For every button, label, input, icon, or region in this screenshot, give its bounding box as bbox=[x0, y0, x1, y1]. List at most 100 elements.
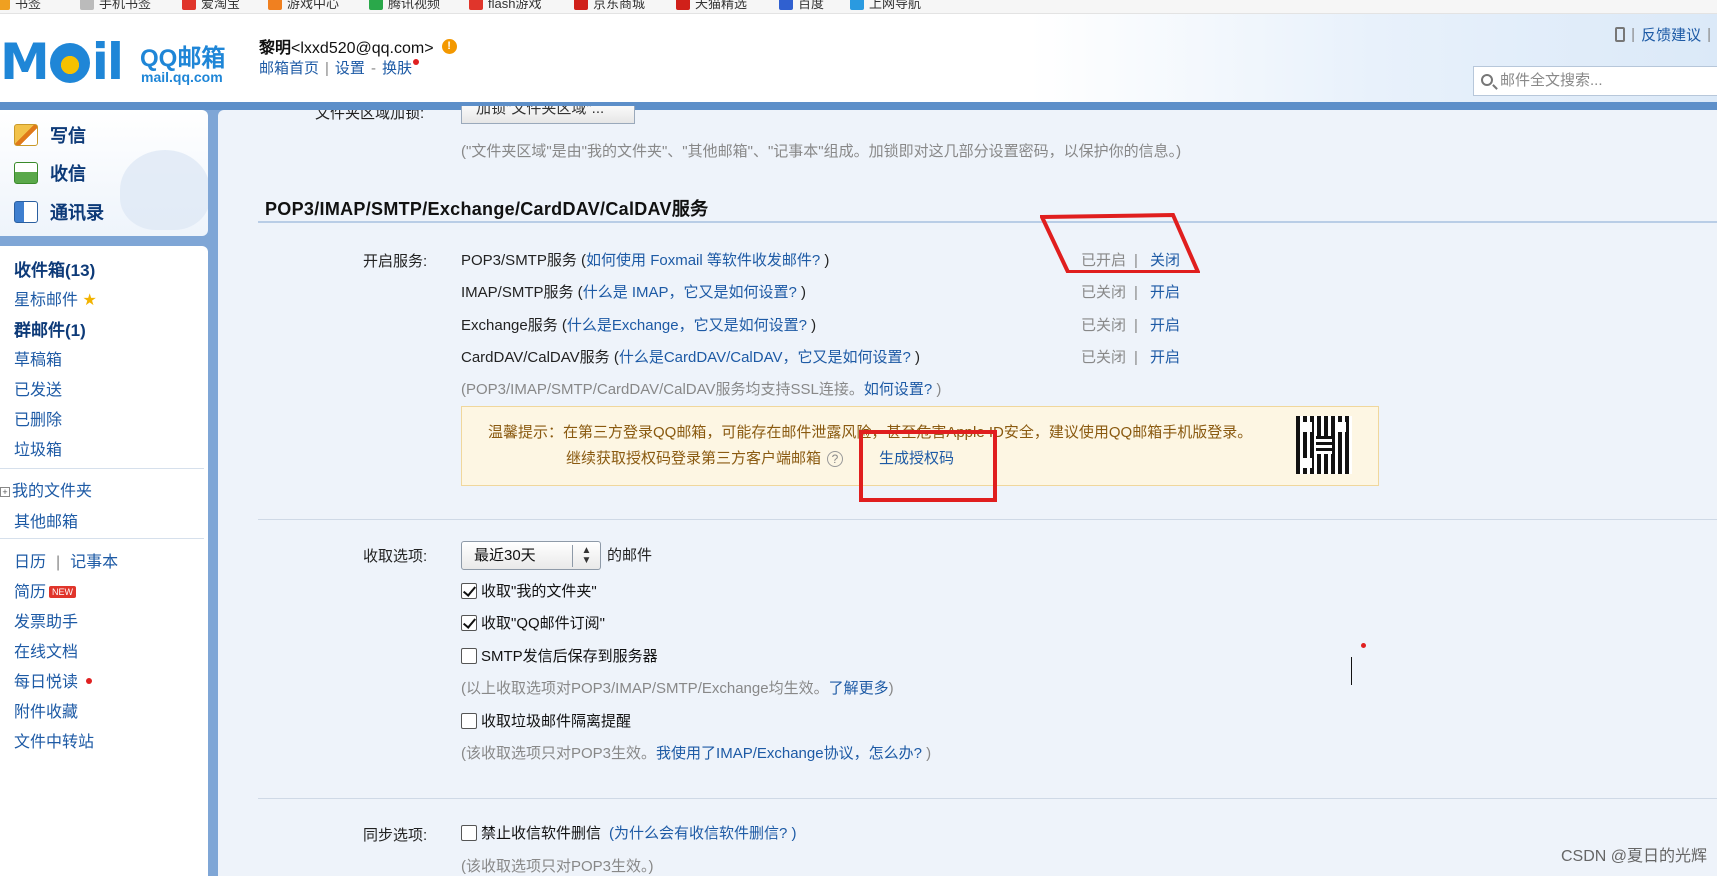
checkbox-unchecked[interactable] bbox=[461, 647, 477, 664]
checkbox-checked[interactable] bbox=[461, 582, 477, 599]
enable-exchange-button[interactable]: 开启 bbox=[1150, 314, 1180, 335]
service-name: CardDAV/CalDAV服务 bbox=[461, 349, 610, 366]
spam-alert-checkbox[interactable]: 收取垃圾邮件隔离提醒 bbox=[461, 710, 631, 731]
divider bbox=[0, 468, 204, 469]
resume-link[interactable]: 简历 NEW bbox=[14, 578, 77, 602]
sidebar-actions: 写信 收信 通讯录 bbox=[0, 110, 208, 236]
lock-folder-area-button[interactable]: 加锁"文件夹区域"... bbox=[461, 106, 635, 124]
file-transfer-link[interactable]: 文件中转站 bbox=[14, 728, 94, 752]
help-question-icon[interactable]: ? bbox=[827, 451, 844, 467]
service-row: IMAP/SMTP服务 (什么是 IMAP，它又是如何设置? ) bbox=[461, 284, 807, 301]
invoice-assistant-link[interactable]: 发票助手 bbox=[14, 608, 78, 632]
folder-drafts[interactable]: 草稿箱 bbox=[14, 346, 62, 370]
navigation-icon bbox=[850, 0, 864, 10]
feedback-link[interactable]: 反馈建议 bbox=[1641, 24, 1701, 45]
why-delete-help-link[interactable]: (为什么会有收信软件删信? ) bbox=[609, 822, 797, 843]
receive-range-select[interactable]: 最近30天 ▲ ▼ bbox=[461, 541, 601, 570]
jd-icon bbox=[574, 0, 588, 10]
folder-group-mail[interactable]: 群邮件(1) bbox=[14, 316, 86, 341]
section-title: POP3/IMAP/SMTP/Exchange/CardDAV/CalDAV服务 bbox=[265, 199, 709, 219]
calendar-notes-row: 日历 | 记事本 bbox=[14, 548, 118, 572]
flash-game-icon bbox=[469, 0, 483, 10]
header-divider-band bbox=[0, 102, 1717, 110]
bookmark-star-icon bbox=[0, 0, 10, 10]
user-name: 黎明 bbox=[259, 40, 292, 57]
sync-note: (该收取选项只对POP3生效。) bbox=[461, 858, 654, 875]
receive-options-label: 收取选项: bbox=[363, 548, 428, 565]
bookmark-item[interactable]: 百度 bbox=[779, 0, 824, 12]
separator: | bbox=[1707, 26, 1711, 43]
mobile-phone-icon[interactable] bbox=[1615, 27, 1626, 42]
receive-subscriptions-checkbox[interactable]: 收取"QQ邮件订阅" bbox=[461, 612, 605, 633]
service-name: Exchange服务 bbox=[461, 317, 558, 334]
folder-sent[interactable]: 已发送 bbox=[14, 376, 62, 400]
settings-link[interactable]: 设置 bbox=[335, 60, 365, 77]
bookmark-item[interactable]: 爱淘宝 bbox=[182, 0, 240, 12]
skin-link[interactable]: 换肤 bbox=[382, 60, 412, 77]
compose-button[interactable]: 写信 bbox=[14, 122, 86, 148]
mail-home-link[interactable]: 邮箱首页 bbox=[259, 60, 319, 77]
contacts-button[interactable]: 通讯录 bbox=[14, 199, 104, 225]
text-cursor bbox=[1351, 657, 1352, 685]
imap-exchange-help-link[interactable]: 我使用了IMAP/Exchange协议，怎么办? bbox=[656, 745, 922, 762]
qq-mail-logo[interactable]: Mil QQ邮箱 mail.qq.com bbox=[0, 34, 240, 94]
penguin-mascot-icon bbox=[120, 150, 208, 230]
service-help-link[interactable]: 什么是 IMAP，它又是如何设置? bbox=[583, 284, 797, 301]
folder-spam[interactable]: 垃圾箱 bbox=[14, 436, 62, 460]
mobile-bookmark-icon bbox=[80, 0, 94, 10]
bookmark-item[interactable]: 书签 bbox=[0, 0, 41, 12]
folder-lock-label: 文件夹区域加锁: bbox=[315, 110, 425, 122]
search-placeholder: 邮件全文搜索... bbox=[1500, 72, 1603, 89]
no-delete-checkbox[interactable]: 禁止收信软件删信 (为什么会有收信软件删信? ) bbox=[461, 822, 797, 843]
service-row: CardDAV/CalDAV服务 (什么是CardDAV/CalDAV，它又是如… bbox=[461, 349, 920, 366]
enable-imap-smtp-button[interactable]: 开启 bbox=[1150, 281, 1180, 302]
service-help-link[interactable]: 如何使用 Foxmail 等软件收发邮件? bbox=[586, 252, 820, 269]
separator: | bbox=[1134, 284, 1138, 301]
folder-starred[interactable]: 星标邮件 ★ bbox=[14, 286, 97, 310]
receive-my-folders-checkbox[interactable]: 收取"我的文件夹" bbox=[461, 580, 597, 601]
service-name: IMAP/SMTP服务 bbox=[461, 284, 574, 301]
checkbox-unchecked[interactable] bbox=[461, 712, 477, 729]
online-docs-link[interactable]: 在线文档 bbox=[14, 638, 78, 662]
top-right-links: | 反馈建议 | bbox=[1615, 24, 1711, 45]
folder-deleted[interactable]: 已删除 bbox=[14, 406, 62, 430]
warning-icon[interactable]: ! bbox=[441, 38, 457, 54]
enable-carddav-button[interactable]: 开启 bbox=[1150, 346, 1180, 367]
bookmark-item[interactable]: 天猫精选 bbox=[676, 0, 747, 12]
folder-other-mailboxes[interactable]: 其他邮箱 bbox=[14, 508, 78, 532]
smtp-save-checkbox[interactable]: SMTP发信后保存到服务器 bbox=[461, 645, 658, 666]
user-email: <lxxd520@qq.com> bbox=[291, 40, 434, 57]
bookmark-item[interactable]: 游戏中心 bbox=[268, 0, 339, 12]
expand-plus-icon[interactable]: + bbox=[0, 487, 10, 497]
notes-link[interactable]: 记事本 bbox=[70, 554, 118, 571]
receive-button[interactable]: 收信 bbox=[14, 160, 86, 186]
bookmark-item[interactable]: 手机书签 bbox=[80, 0, 151, 12]
baidu-paw-icon bbox=[779, 0, 793, 10]
attachments-link[interactable]: 附件收藏 bbox=[14, 698, 78, 722]
service-help-link[interactable]: 什么是CardDAV/CalDAV，它又是如何设置? bbox=[619, 349, 911, 366]
ssl-help-link[interactable]: 如何设置? bbox=[864, 381, 932, 398]
calendar-link[interactable]: 日历 bbox=[14, 554, 46, 571]
bookmark-item[interactable]: 腾讯视频 bbox=[369, 0, 440, 12]
bookmark-item[interactable]: 上网导航 bbox=[850, 0, 921, 12]
ssl-note: (POP3/IMAP/SMTP/CardDAV/CalDAV服务均支持SSL连接… bbox=[461, 381, 942, 398]
logo-domain: mail.qq.com bbox=[141, 69, 223, 85]
logo-wordmark: Mil bbox=[0, 33, 124, 91]
separator: - bbox=[370, 60, 376, 77]
folder-inbox[interactable]: 收件箱(13) bbox=[14, 256, 95, 281]
receive-suffix: 的邮件 bbox=[607, 547, 653, 564]
separator: | bbox=[1134, 317, 1138, 334]
logo-brand: QQ邮箱 bbox=[140, 45, 226, 72]
learn-more-link[interactable]: 了解更多 bbox=[829, 680, 889, 697]
bookmark-item[interactable]: flash游戏 bbox=[469, 0, 541, 12]
receive-note: (以上收取选项对POP3/IMAP/SMTP/Exchange均生效。了解更多) bbox=[461, 680, 894, 697]
bookmark-item[interactable]: 京东商城 bbox=[574, 0, 645, 12]
pop-only-note: (该收取选项只对POP3生效。我使用了IMAP/Exchange协议，怎么办? … bbox=[461, 745, 932, 762]
folder-my-folders[interactable]: + 我的文件夹 bbox=[0, 477, 92, 501]
sidebar: 写信 收信 通讯录 收件箱(13) 星标邮件 ★ 群邮件(1) 草稿箱 已发送 … bbox=[0, 110, 216, 876]
checkbox-checked[interactable] bbox=[461, 614, 477, 631]
daily-read-link[interactable]: 每日悦读 bbox=[14, 668, 93, 692]
search-input[interactable]: 邮件全文搜索... bbox=[1473, 66, 1717, 96]
service-help-link[interactable]: 什么是Exchange，它又是如何设置? bbox=[567, 317, 807, 334]
checkbox-unchecked[interactable] bbox=[461, 824, 477, 841]
